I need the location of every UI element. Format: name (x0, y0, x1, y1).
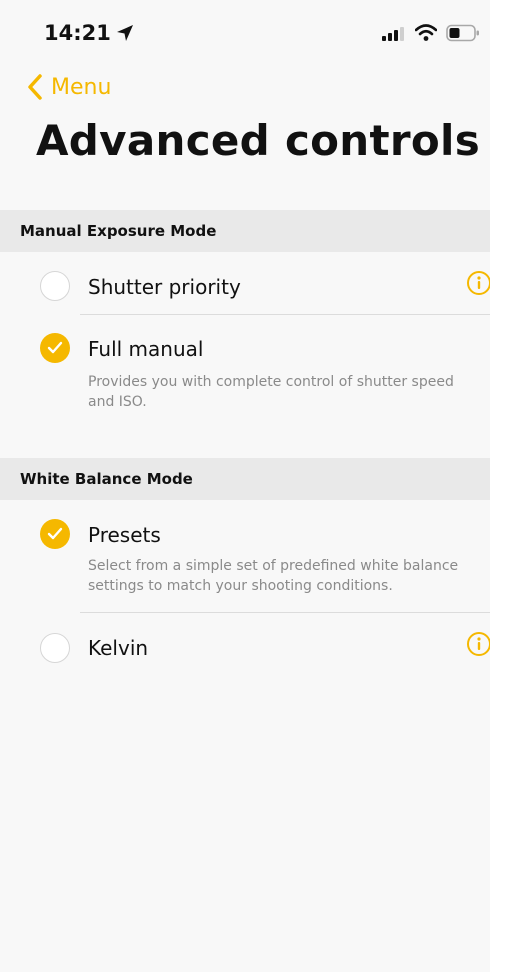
signal-icon (382, 27, 404, 41)
section-header-label: Manual Exposure Mode (20, 222, 217, 240)
section-header-exposure: Manual Exposure Mode (0, 210, 490, 252)
option-description: Select from a simple set of predefined w… (88, 558, 459, 594)
location-arrow-icon (117, 25, 133, 41)
screen: 14:21 Menu Advanced controls Manual Expo… (0, 0, 490, 972)
back-button[interactable]: Menu (27, 72, 111, 102)
back-button-label: Menu (51, 74, 112, 100)
option-shutter-priority[interactable]: Shutter priority (0, 256, 490, 314)
section-header-label: White Balance Mode (20, 470, 193, 488)
option-presets[interactable]: Presets Select from a simple set of pred… (0, 504, 490, 610)
option-kelvin[interactable]: Kelvin (0, 617, 490, 679)
option-full-manual[interactable]: Full manual Provides you with complete c… (0, 318, 490, 428)
info-icon[interactable] (466, 270, 490, 296)
radio-checked (40, 333, 70, 363)
option-label: Kelvin (88, 636, 149, 660)
option-label: Presets (88, 523, 161, 547)
chevron-left-icon (28, 74, 42, 100)
radio-checked (40, 519, 70, 549)
battery-icon (446, 24, 479, 42)
status-time: 14:21 (44, 21, 111, 45)
checkmark-icon (47, 341, 63, 354)
status-bar: 14:21 (0, 0, 490, 64)
radio-unchecked (40, 271, 70, 301)
page-title: Advanced controls (36, 116, 481, 165)
info-icon[interactable] (466, 631, 490, 657)
option-label: Full manual (88, 337, 204, 361)
option-label: Shutter priority (88, 275, 241, 299)
option-description: Provides you with complete control of sh… (88, 374, 454, 410)
divider (80, 314, 490, 315)
wifi-icon (415, 24, 437, 41)
section-header-white-balance: White Balance Mode (0, 458, 490, 500)
checkmark-icon (47, 527, 63, 540)
divider (80, 612, 490, 613)
radio-unchecked (40, 633, 70, 663)
